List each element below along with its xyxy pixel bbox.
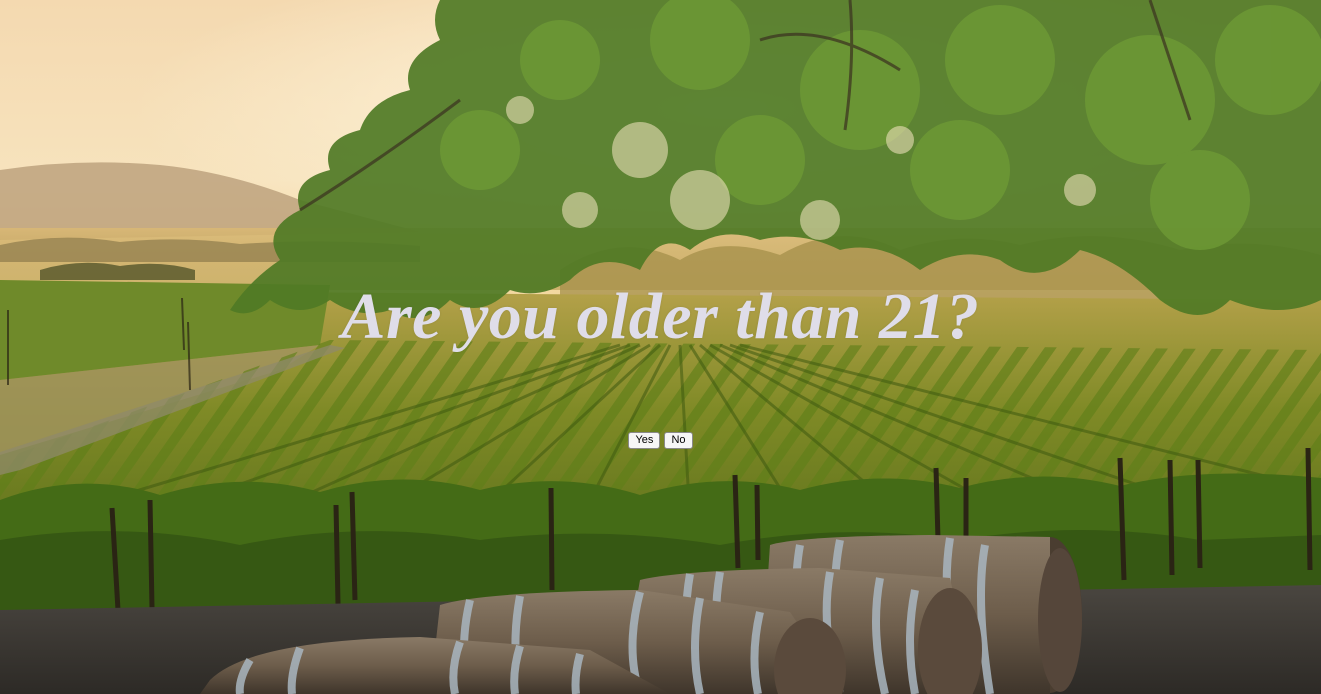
yes-button[interactable]: Yes: [628, 432, 661, 449]
age-question: Are you older than 21?: [341, 280, 980, 353]
age-gate-overlay: Are you older than 21? Yes No: [0, 0, 1321, 694]
age-gate-buttons: Yes No: [0, 432, 1321, 449]
no-button[interactable]: No: [664, 432, 693, 449]
